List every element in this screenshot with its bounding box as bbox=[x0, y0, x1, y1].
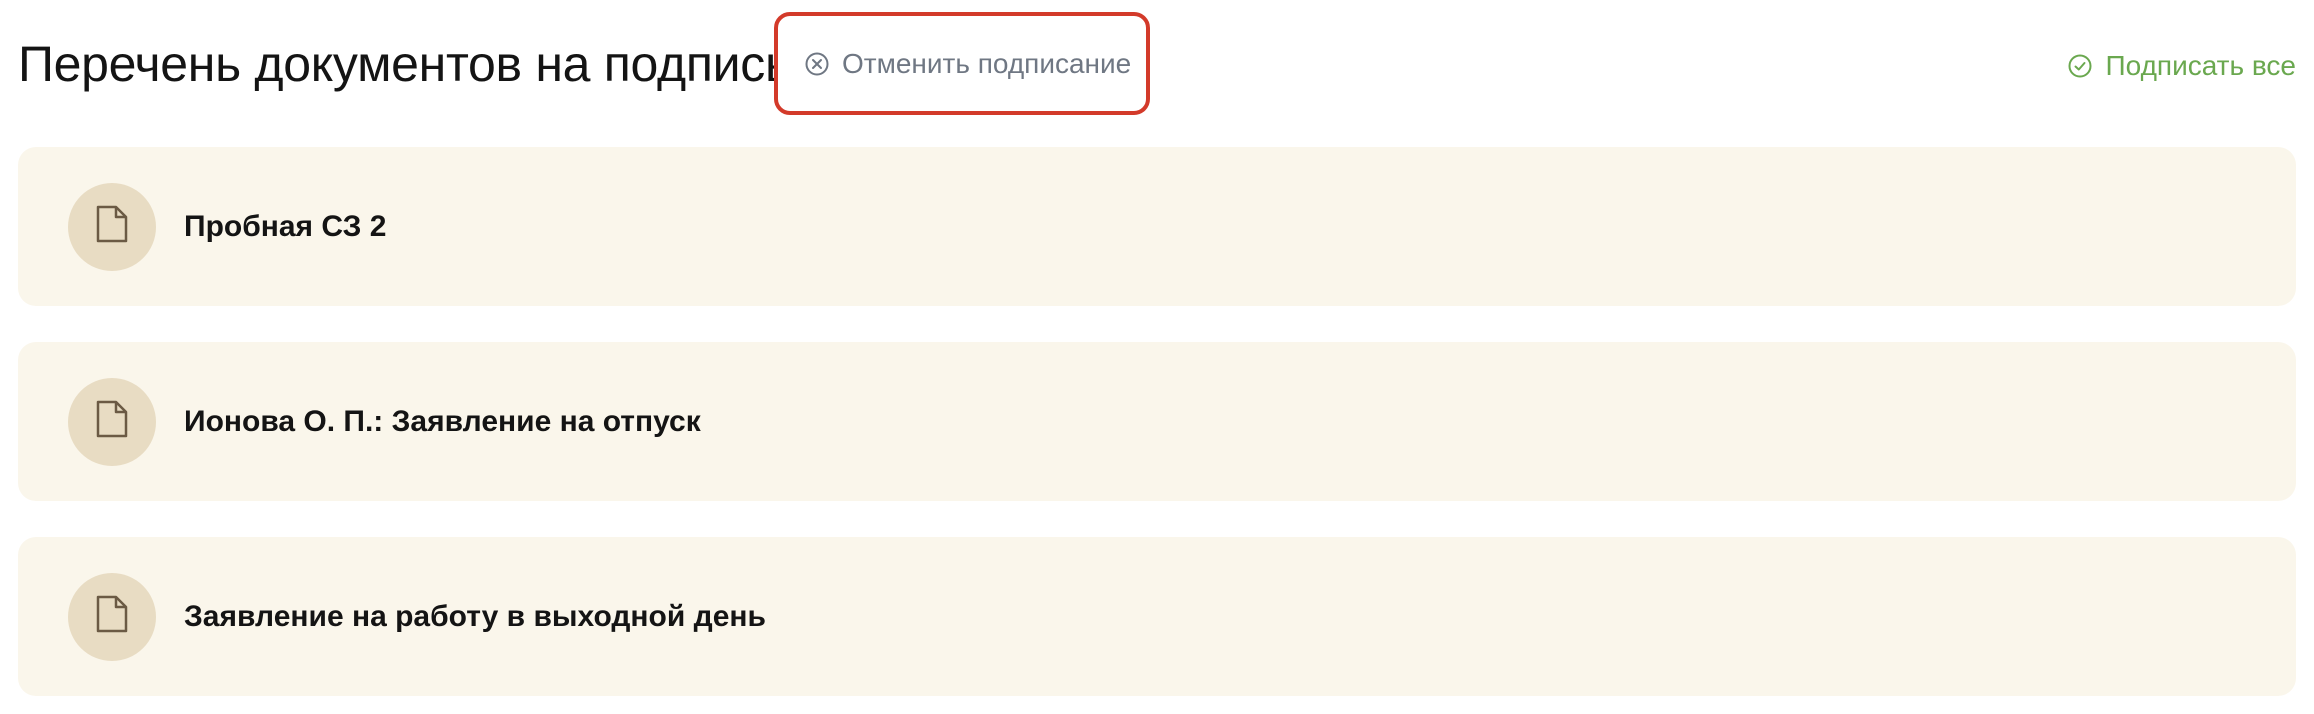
sign-all-button[interactable]: Подписать все bbox=[2067, 48, 2296, 84]
document-icon bbox=[95, 595, 129, 638]
document-list: Пробная СЗ 2 Ионова О. П.: Заявление на … bbox=[18, 147, 2296, 714]
document-icon bbox=[95, 400, 129, 443]
document-card[interactable]: Заявление на работу в выходной день bbox=[18, 537, 2296, 696]
document-icon bbox=[95, 205, 129, 248]
check-circle-icon bbox=[2067, 53, 2093, 79]
document-title: Ионова О. П.: Заявление на отпуск bbox=[184, 404, 701, 438]
cancel-signing-label: Отменить подписание bbox=[842, 47, 1132, 79]
page-title: Перечень документов на подпись bbox=[18, 36, 791, 92]
page: Перечень документов на подпись Отменить … bbox=[0, 0, 2314, 714]
document-title: Заявление на работу в выходной день bbox=[184, 599, 766, 633]
document-card[interactable]: Пробная СЗ 2 bbox=[18, 147, 2296, 306]
document-avatar bbox=[68, 182, 156, 271]
cancel-signing-button[interactable]: Отменить подписание bbox=[774, 12, 1150, 115]
sign-all-label: Подписать все bbox=[2105, 50, 2296, 81]
header: Перечень документов на подпись Отменить … bbox=[18, 0, 2296, 128]
document-avatar bbox=[68, 377, 156, 466]
document-avatar bbox=[68, 572, 156, 661]
document-card[interactable]: Ионова О. П.: Заявление на отпуск bbox=[18, 342, 2296, 501]
x-circle-icon bbox=[804, 51, 830, 77]
document-title: Пробная СЗ 2 bbox=[184, 209, 387, 243]
